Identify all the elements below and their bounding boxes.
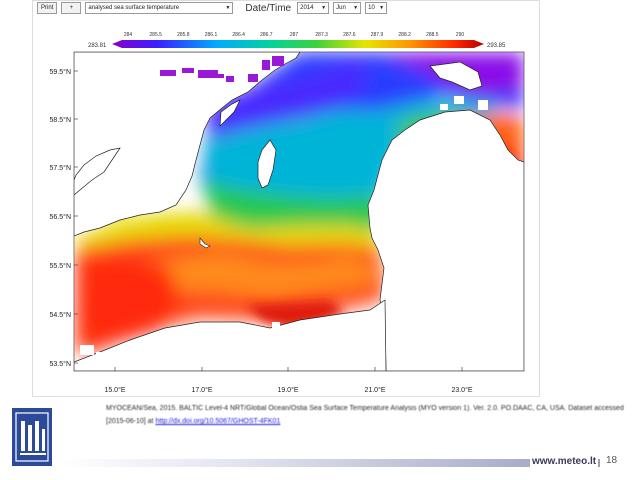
sst-map: 59.5°N 58.5°N 57.5°N 56.5°N 55.5°N 54.5°… [50,51,525,394]
institution-logo-icon [12,408,52,466]
page-number: 18 [606,455,618,466]
lon-label: 21.0°E [364,386,385,394]
lat-label: 56.5°N [50,213,71,221]
lon-label: 17.0°E [191,386,212,394]
lat-label: 53.5°N [50,360,71,368]
lon-label: 23.0°E [451,386,472,394]
lat-label: 58.5°N [50,116,71,124]
lat-label: 59.5°N [50,68,71,76]
dataset-citation: MYOCEAN/Sea, 2015. BALTIC Level-4 NRT/Gl… [106,402,626,428]
lat-label: 54.5°N [50,311,71,319]
lon-label: 19.0°E [277,386,298,394]
lat-label: 57.5°N [50,164,71,172]
brand-url[interactable]: www.meteo.lt [530,456,599,467]
lat-label: 55.5°N [50,262,71,270]
citation-link[interactable]: http://dx.doi.org/10.5067/GHOST-4FK01 [155,418,280,425]
footer-bar [60,459,600,467]
lon-label: 15.0°E [104,386,125,394]
